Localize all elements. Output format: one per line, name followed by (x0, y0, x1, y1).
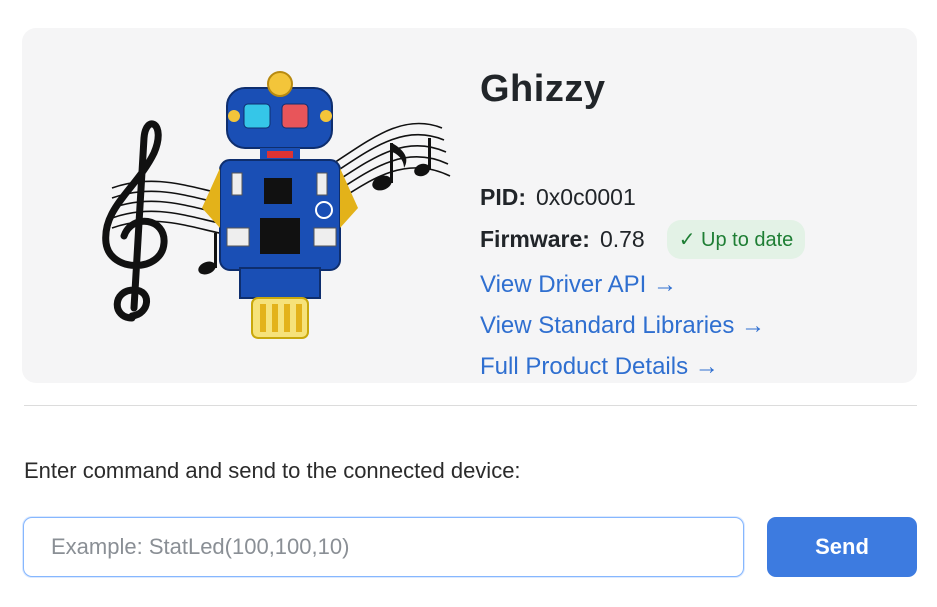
firmware-label: Firmware: (480, 226, 590, 252)
pid-row: PID: 0x0c0001 (480, 184, 636, 211)
device-info-card: Ghizzy PID: 0x0c0001 Firmware: 0.78 ✓ Up… (22, 28, 917, 383)
driver-api-link[interactable]: View Driver API → (480, 271, 677, 299)
device-name: Ghizzy (480, 68, 606, 110)
section-divider (24, 405, 917, 406)
standard-libraries-link[interactable]: View Standard Libraries → (480, 312, 765, 340)
product-details-link[interactable]: Full Product Details → (480, 353, 719, 381)
command-input[interactable] (23, 517, 744, 577)
device-info: Ghizzy PID: 0x0c0001 Firmware: 0.78 ✓ Up… (480, 68, 806, 380)
status-badge: ✓ Up to date (666, 220, 806, 259)
pid-value: 0x0c0001 (536, 184, 636, 210)
pid-label: PID: (480, 184, 526, 210)
send-button[interactable]: Send (767, 517, 917, 577)
firmware-row: Firmware: 0.78 ✓ Up to date (480, 220, 806, 259)
command-prompt: Enter command and send to the connected … (24, 458, 521, 483)
product-image (102, 71, 451, 339)
firmware-value: 0.78 (599, 226, 645, 252)
